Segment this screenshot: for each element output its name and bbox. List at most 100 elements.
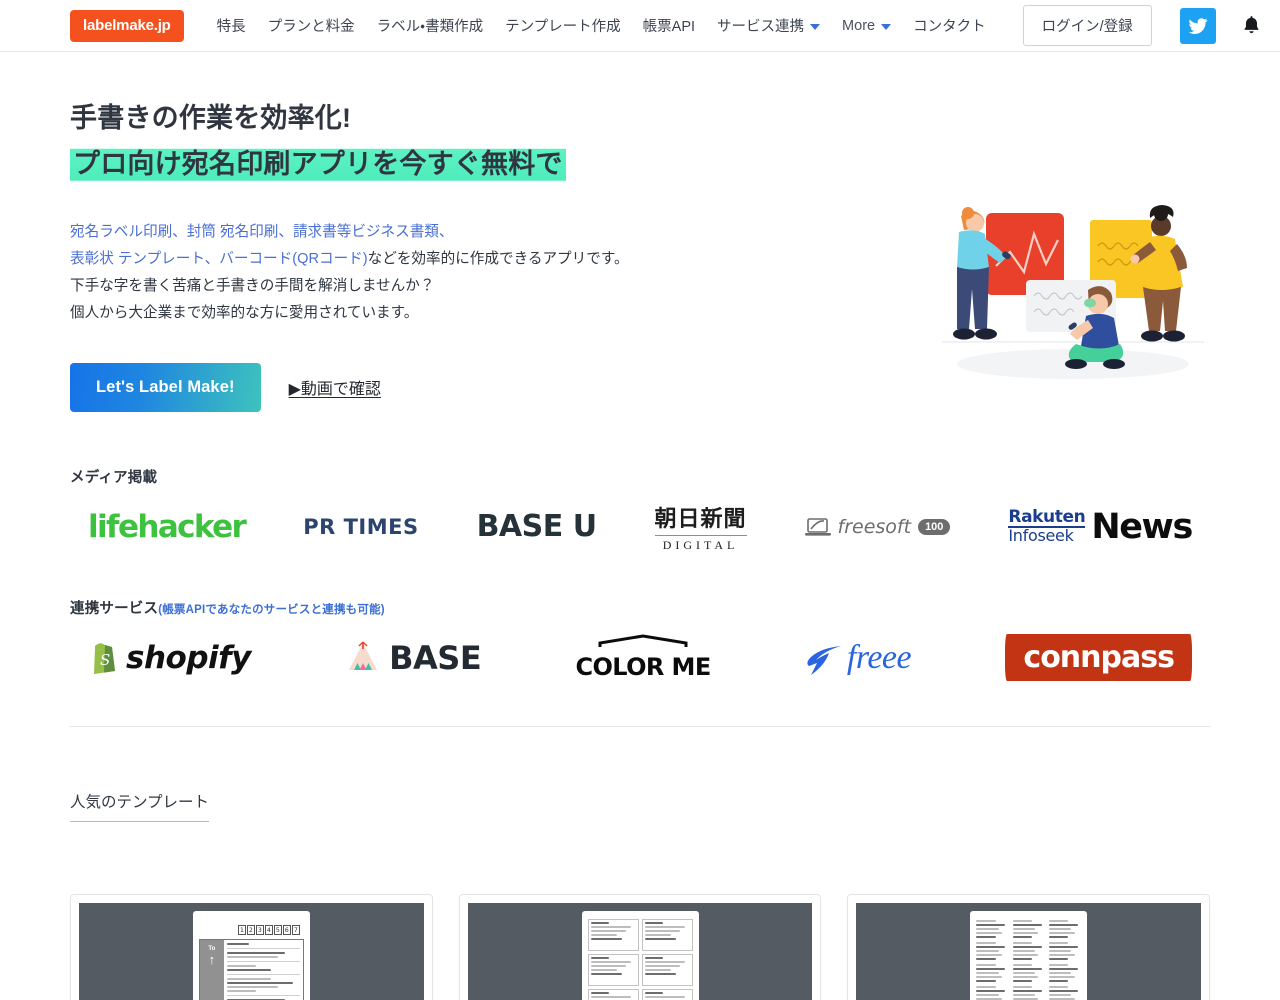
nav-item-forms-api[interactable]: 帳票API bbox=[632, 9, 706, 42]
label-cell bbox=[587, 988, 639, 1000]
partner-logo-connpass[interactable]: connpass bbox=[1005, 628, 1192, 688]
media-logo-rakuten-infoseek-news[interactable]: Rakuten Infoseek News bbox=[1008, 497, 1193, 557]
nav-item-service-integration[interactable]: サービス連携 bbox=[706, 9, 831, 42]
nav-label: テンプレート作成 bbox=[505, 19, 621, 35]
partner-logo-color-me[interactable]: COLOR ME bbox=[575, 628, 711, 688]
nav-label: コンタクト bbox=[913, 19, 986, 35]
nav-item-plans-pricing[interactable]: プランと料金 bbox=[257, 9, 366, 42]
text-line bbox=[226, 985, 278, 988]
partners-section: 連携サービス(帳票APIであなたのサービスと連携も可能) S shopify B… bbox=[0, 597, 1280, 688]
twitter-button[interactable] bbox=[1179, 7, 1216, 44]
media-logo-base-u[interactable]: BASE U bbox=[476, 497, 598, 557]
asahi-logo: 朝日新聞 DIGITAL bbox=[654, 501, 747, 553]
lets-label-make-button[interactable]: Let's Label Make! bbox=[70, 362, 261, 412]
media-logo-asahi-shimbun-digital[interactable]: 朝日新聞 DIGITAL bbox=[654, 497, 747, 557]
freesoft-logo-text: freesoft bbox=[837, 515, 912, 538]
color-me-logo: COLOR ME bbox=[575, 634, 711, 681]
site-logo[interactable]: labelmake.jp bbox=[70, 9, 184, 42]
label-cell bbox=[587, 953, 639, 986]
label-cell bbox=[641, 918, 693, 951]
notifications-button[interactable] bbox=[1238, 11, 1266, 41]
list-column bbox=[1012, 919, 1045, 1000]
text-line bbox=[226, 981, 293, 984]
main-nav: 特長 プランと料金 ラベル・書類作成 テンプレート作成 帳票API サービス連携… bbox=[206, 9, 997, 42]
address-block: To ↑ From bbox=[198, 938, 304, 1000]
freee-logo-text: freee bbox=[846, 638, 912, 676]
hero-headline-line1: 手書きの作業を効率化! bbox=[70, 103, 352, 133]
freee-bird-icon bbox=[807, 645, 841, 675]
rule bbox=[226, 973, 300, 975]
partners-label-main: 連携サービス bbox=[70, 600, 159, 617]
templates-grid: 1 2 3 4 5 6 7 To ↑ From bbox=[70, 893, 1211, 1000]
chevron-down-icon bbox=[881, 23, 892, 30]
asahi-logo-jp: 朝日新聞 bbox=[654, 505, 747, 531]
label-sheet-document-preview bbox=[581, 910, 699, 1000]
news-logo-text: News bbox=[1091, 506, 1193, 547]
color-me-roof-icon bbox=[598, 634, 688, 648]
rule bbox=[226, 960, 300, 962]
shopify-bag-icon: S bbox=[94, 643, 115, 674]
nav-label: プランと料金 bbox=[267, 19, 355, 35]
nav-item-features[interactable]: 特長 bbox=[206, 9, 257, 42]
media-logo-pr-times[interactable]: PR TIMES bbox=[303, 497, 418, 557]
postal-code-boxes: 1 2 3 4 5 6 7 bbox=[199, 924, 300, 935]
hero-desc-link-1[interactable]: 宛名ラベル印刷、封筒 宛名印刷、請求書等ビジネス書類、 bbox=[70, 224, 454, 240]
partner-logo-base[interactable]: BASE bbox=[345, 628, 482, 688]
site-header: labelmake.jp 特長 プランと料金 ラベル・書類作成 テンプレート作成… bbox=[0, 0, 1280, 52]
section-divider bbox=[70, 725, 1210, 727]
login-register-button[interactable]: ログイン/登録 bbox=[1022, 5, 1152, 46]
text-line bbox=[226, 964, 257, 967]
templates-section: 人気のテンプレート 1 2 3 4 5 6 7 To ↑ bbox=[0, 790, 1280, 1000]
media-logo-row: lifehacker PR TIMES BASE U 朝日新聞 DIGITAL bbox=[70, 497, 1210, 557]
hero-heading: 手書きの作業を効率化! プロ向け宛名印刷アプリを今すぐ無料で bbox=[70, 52, 1210, 185]
zip-digit: 7 bbox=[291, 924, 300, 935]
to-from-strip: To ↑ From bbox=[199, 939, 224, 1000]
media-logo-lifehacker[interactable]: lifehacker bbox=[88, 497, 247, 557]
label-grid bbox=[587, 918, 693, 1000]
zip-digit: 2 bbox=[246, 924, 255, 935]
zip-digit: 1 bbox=[237, 924, 246, 935]
rakuten-infoseek-news-logo: Rakuten Infoseek News bbox=[1008, 506, 1193, 547]
partners-logo-row: S shopify BASE COLOR ME freee connpass bbox=[70, 628, 1210, 688]
base-u-logo-text: BASE U bbox=[476, 509, 598, 545]
laptop-icon bbox=[804, 518, 831, 536]
shopify-logo: S shopify bbox=[88, 640, 251, 676]
rakuten-stack: Rakuten Infoseek bbox=[1008, 508, 1086, 545]
address-list-document-preview bbox=[970, 910, 1088, 1000]
shopify-logo-text: shopify bbox=[126, 639, 251, 676]
watch-video-link[interactable]: ▶動画で確認 bbox=[289, 375, 381, 399]
nav-item-label-document-creation[interactable]: ラベル・書類作成 bbox=[366, 9, 494, 42]
address-lines bbox=[224, 940, 303, 1000]
label-cell bbox=[641, 988, 693, 1000]
media-logo-freesoft-100[interactable]: freesoft 100 bbox=[804, 497, 951, 557]
nav-item-more[interactable]: More bbox=[831, 12, 902, 40]
zip-digit: 6 bbox=[282, 924, 291, 935]
hero-section: 手書きの作業を効率化! プロ向け宛名印刷アプリを今すぐ無料で 宛名ラベル印刷、封… bbox=[0, 52, 1280, 412]
asahi-logo-en: DIGITAL bbox=[654, 534, 747, 553]
svg-text:S: S bbox=[100, 651, 110, 669]
nav-item-template-creation[interactable]: テンプレート作成 bbox=[494, 9, 632, 42]
freee-logo: freee bbox=[805, 638, 912, 677]
template-card-list[interactable] bbox=[847, 893, 1211, 1000]
template-card-envelope[interactable]: 1 2 3 4 5 6 7 To ↑ From bbox=[70, 893, 433, 1000]
text-line bbox=[226, 951, 286, 954]
arrow-up-icon: ↑ bbox=[208, 951, 216, 967]
hero-desc-link-2[interactable]: 表彰状 テンプレート、バーコード(QRコード) bbox=[70, 251, 368, 267]
template-preview-frame bbox=[856, 902, 1202, 1000]
partner-logo-shopify[interactable]: S shopify bbox=[88, 628, 251, 688]
nav-item-contact[interactable]: コンタクト bbox=[902, 9, 997, 42]
templates-section-title: 人気のテンプレート bbox=[70, 790, 210, 822]
nav-label: More bbox=[842, 17, 876, 34]
template-card-label-sheet[interactable] bbox=[458, 893, 822, 1000]
connpass-logo-text: connpass bbox=[1005, 634, 1192, 682]
template-preview-frame bbox=[467, 902, 813, 1000]
text-line bbox=[226, 942, 249, 945]
media-section: メディア掲載 lifehacker PR TIMES BASE U 朝日新聞 D… bbox=[0, 466, 1280, 557]
zip-digit: 5 bbox=[273, 924, 282, 935]
partner-logo-freee[interactable]: freee bbox=[805, 628, 912, 688]
freesoft-logo: freesoft 100 bbox=[804, 515, 951, 538]
to-label: To bbox=[208, 945, 216, 952]
text-line bbox=[226, 989, 257, 992]
chevron-down-icon bbox=[810, 23, 821, 30]
template-preview-frame: 1 2 3 4 5 6 7 To ↑ From bbox=[79, 902, 424, 1000]
